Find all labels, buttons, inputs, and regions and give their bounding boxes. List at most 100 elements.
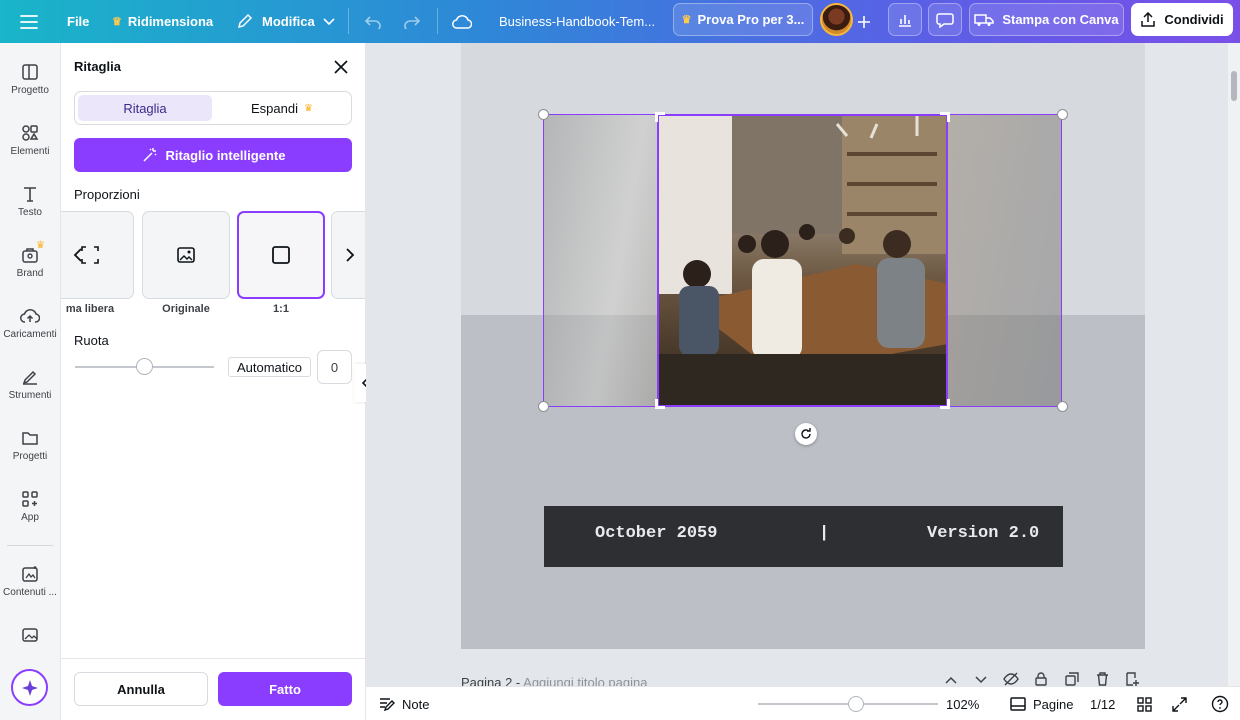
rail-item-image[interactable] [0, 626, 60, 648]
redo-icon[interactable] [403, 0, 421, 43]
lock-icon[interactable] [1035, 672, 1047, 686]
rotate-slider-handle[interactable] [136, 358, 153, 375]
sparkle-icon [21, 679, 38, 696]
add-page-icon[interactable] [1126, 672, 1140, 686]
undo-icon[interactable] [364, 0, 382, 43]
rail-item-app[interactable]: App [0, 490, 60, 523]
rail-label: Testo [18, 207, 42, 218]
shapes-icon [22, 125, 39, 141]
rotate-value-input[interactable]: 0 [317, 350, 352, 384]
tab-expand-label: Espandi [251, 100, 298, 116]
resize-handle[interactable] [538, 401, 549, 412]
tab-crop[interactable]: Ritaglia [78, 95, 212, 121]
rotate-auto-button[interactable]: Automatico [228, 357, 311, 377]
file-menu[interactable]: File [67, 0, 89, 43]
crown-icon: ♛ [36, 240, 45, 251]
crown-icon: ♛ [304, 102, 313, 114]
document-title-text: Business-Handbook-Tem... [499, 14, 656, 29]
rail-item-contenuti[interactable]: Contenuti ... [0, 565, 60, 598]
rail-item-progetto[interactable]: Progetto [0, 63, 60, 96]
crown-icon: ♛ [681, 14, 692, 26]
rotate-value: 0 [330, 359, 339, 375]
divider [437, 8, 438, 34]
done-button[interactable]: Fatto [218, 672, 352, 706]
rail-item-caricamenti[interactable]: Caricamenti [0, 307, 60, 340]
zoom-slider-handle[interactable] [848, 696, 864, 712]
cancel-button[interactable]: Annulla [74, 672, 208, 706]
hide-icon[interactable] [1003, 672, 1019, 686]
help-icon[interactable] [1211, 687, 1229, 720]
hamburger-menu-icon[interactable] [20, 0, 38, 43]
ratio-1-1[interactable] [237, 211, 325, 299]
crop-corner-handle[interactable] [655, 399, 665, 409]
rail-label: Strumenti [8, 390, 52, 401]
page-number-label: Pagina 2 - [461, 675, 524, 686]
fullscreen-icon[interactable] [1172, 687, 1187, 720]
draw-icon [22, 370, 37, 385]
separator-text: | [819, 524, 830, 543]
edit-dropdown[interactable]: Modifica [236, 0, 335, 43]
resize-handle[interactable] [1057, 109, 1068, 120]
tab-expand[interactable]: Espandi ♛ [215, 95, 349, 121]
try-pro-button[interactable]: ♛ Prova Pro per 3... [673, 3, 813, 36]
avatar[interactable] [820, 3, 853, 36]
magic-wand-icon [143, 148, 157, 162]
rail-item-testo[interactable]: Testo [0, 185, 60, 218]
page-caption[interactable]: Pagina 2 - Aggiungi titolo pagina [461, 675, 647, 686]
rotate-handle[interactable] [795, 423, 817, 445]
document-title[interactable]: Business-Handbook-Tem... [499, 0, 655, 43]
chevron-left-icon[interactable] [71, 247, 87, 263]
divider [61, 658, 365, 659]
share-button[interactable]: Condividi [1131, 3, 1233, 36]
grid-view-icon[interactable] [1137, 687, 1152, 720]
chevron-down-icon[interactable] [975, 676, 987, 684]
tab-crop-label: Ritaglia [123, 100, 167, 116]
vertical-scrollbar[interactable] [1228, 43, 1240, 686]
magic-assistant-button[interactable] [11, 669, 48, 706]
add-collaborator-icon[interactable] [857, 0, 871, 43]
pages-button[interactable]: Pagine [1010, 687, 1073, 720]
notes-icon [380, 698, 395, 711]
cancel-label: Annulla [117, 681, 165, 697]
ratio-original-label: Originale [162, 303, 210, 315]
cloud-save-icon[interactable] [452, 0, 472, 43]
resize-button[interactable]: ♛ Ridimensiona [112, 0, 213, 43]
ratio-original[interactable] [142, 211, 230, 299]
rail-item-strumenti[interactable]: Strumenti [0, 368, 60, 401]
rail-label: Brand [16, 268, 44, 279]
chevron-right-icon[interactable] [341, 247, 357, 263]
scrollbar-thumb[interactable] [1231, 71, 1237, 101]
top-bar: File ♛ Ridimensiona Modifica Business-Ha… [0, 0, 1240, 43]
close-icon[interactable] [331, 57, 351, 77]
rail-item-elementi[interactable]: Elementi [0, 124, 60, 157]
crop-selection[interactable] [657, 114, 948, 407]
notes-button[interactable]: Note [379, 687, 429, 720]
ratio-carousel: ma libera Originale 1:1 [61, 211, 365, 321]
analytics-button[interactable] [888, 3, 922, 36]
resize-handle[interactable] [1057, 401, 1068, 412]
square-icon [272, 246, 290, 264]
apps-icon [22, 491, 38, 507]
comment-button[interactable] [928, 3, 962, 36]
pages-label: Pagine [1033, 696, 1074, 712]
rail-item-progetti[interactable]: Progetti [0, 429, 60, 462]
photo-crop-frame[interactable] [538, 109, 1068, 412]
footer-banner[interactable]: October 2059 | Version 2.0 [544, 506, 1063, 567]
resize-handle[interactable] [538, 109, 549, 120]
truck-icon [974, 13, 995, 26]
smart-crop-button[interactable]: Ritaglio intelligente [74, 138, 352, 172]
print-with-canva-button[interactable]: Stampa con Canva [969, 3, 1124, 36]
rotate-icon [801, 428, 811, 439]
rotate-auto-label: Automatico [236, 359, 303, 375]
duplicate-icon[interactable] [1065, 672, 1079, 686]
crop-corner-handle[interactable] [655, 112, 665, 122]
trash-icon[interactable] [1096, 672, 1109, 686]
zoom-level[interactable]: 102% [946, 687, 979, 720]
crop-corner-handle[interactable] [940, 399, 950, 409]
rail-item-brand[interactable]: Brand ♛ [0, 240, 60, 279]
chevron-up-icon[interactable] [945, 676, 957, 684]
page-title-placeholder[interactable]: Aggiungi titolo pagina [523, 675, 647, 686]
edit-label: Modifica [262, 14, 315, 29]
pages-icon [1010, 697, 1026, 711]
crop-corner-handle[interactable] [940, 112, 950, 122]
